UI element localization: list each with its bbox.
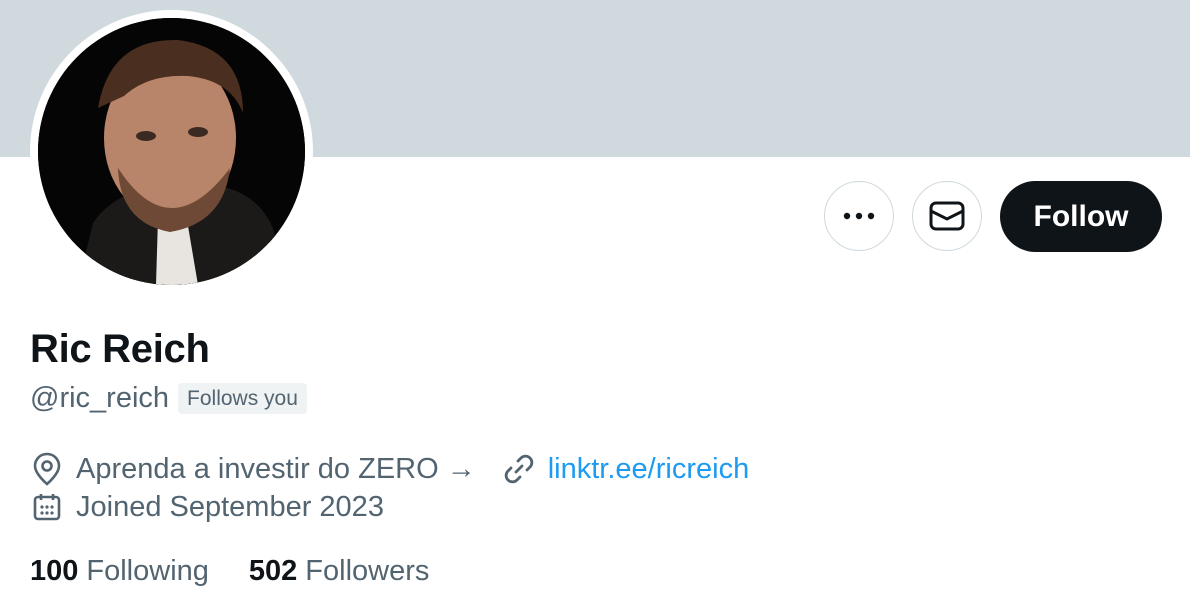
location-pin-icon [30, 452, 64, 486]
avatar[interactable] [38, 18, 305, 285]
envelope-icon [929, 201, 965, 231]
avatar-photo [38, 18, 305, 285]
more-button[interactable] [824, 181, 894, 251]
following-count: 100 [30, 554, 79, 587]
joined-date-text: Joined September 2023 [76, 490, 384, 523]
following-label: Following [86, 554, 209, 587]
follow-button[interactable]: Follow [1000, 181, 1162, 252]
follow-stats: 100 Following 502 Followers [30, 552, 469, 590]
website-link[interactable]: linktr.ee/ricreich [502, 452, 749, 486]
location-text: Aprenda a investir do ZERO → [76, 452, 476, 485]
followers-label: Followers [305, 554, 430, 587]
following-link[interactable]: 100 Following [30, 555, 209, 588]
profile-meta-row: Aprenda a investir do ZERO → linktr.ee/r… [30, 450, 749, 488]
more-horizontal-icon [843, 212, 875, 220]
website-link-text[interactable]: linktr.ee/ricreich [548, 453, 749, 486]
follows-you-badge: Follows you [178, 382, 307, 414]
followers-link[interactable]: 502 Followers [249, 555, 429, 588]
avatar-border [30, 10, 313, 293]
link-icon [502, 452, 536, 486]
calendar-icon [30, 490, 64, 524]
message-button[interactable] [912, 181, 982, 251]
username-handle: @ric_reich [30, 381, 170, 414]
display-name: Ric Reich [30, 327, 210, 371]
joined-row: Joined September 2023 [30, 488, 384, 526]
followers-count: 502 [248, 554, 298, 587]
handle-row: @ric_reich Follows you [30, 380, 307, 416]
